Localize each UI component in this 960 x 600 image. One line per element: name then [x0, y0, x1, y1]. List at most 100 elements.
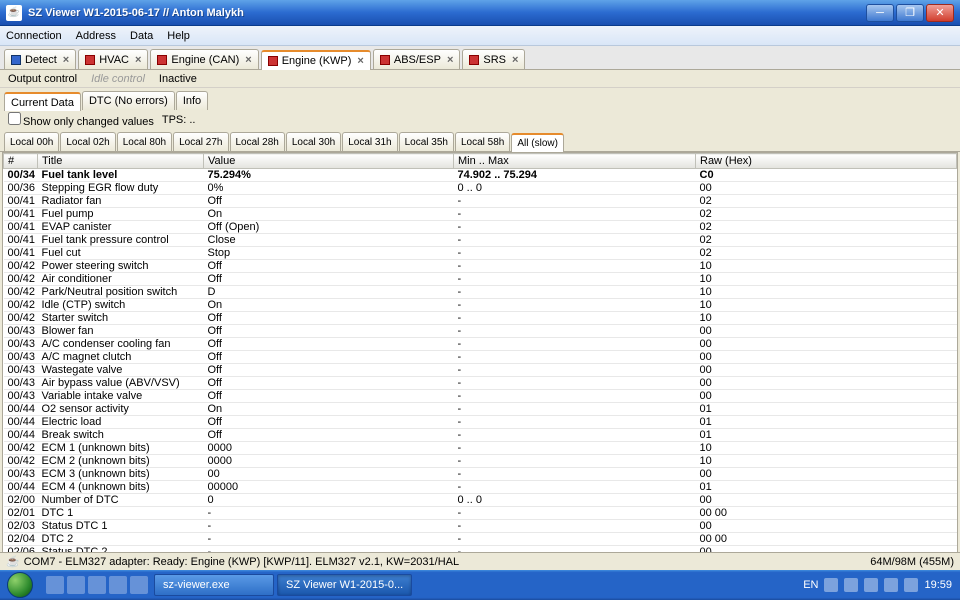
- tray-icon[interactable]: [844, 578, 858, 592]
- local-tab-local-02h[interactable]: Local 02h: [60, 132, 115, 151]
- table-row[interactable]: 00/43Wastegate valveOff-00: [4, 364, 957, 377]
- cell-id: 00/43: [4, 390, 38, 403]
- language-indicator[interactable]: EN: [803, 579, 818, 591]
- show-changed-checkbox-label[interactable]: Show only changed values: [8, 112, 154, 128]
- table-row[interactable]: 02/03Status DTC 1--00: [4, 520, 957, 533]
- main-tab-detect[interactable]: Detect×: [4, 49, 76, 69]
- table-row[interactable]: 00/43Variable intake valveOff-00: [4, 390, 957, 403]
- table-row[interactable]: 00/41Fuel pumpOn-02: [4, 208, 957, 221]
- local-tab-local-28h[interactable]: Local 28h: [230, 132, 285, 151]
- data-table-container[interactable]: # Title Value Min .. Max Raw (Hex) 00/34…: [2, 152, 958, 572]
- table-row[interactable]: 00/34Fuel tank level75.294%74.902 .. 75.…: [4, 169, 957, 182]
- tray-icon[interactable]: [884, 578, 898, 592]
- local-tab-local-80h[interactable]: Local 80h: [117, 132, 172, 151]
- table-row[interactable]: 02/04DTC 2--00 00: [4, 533, 957, 546]
- table-row[interactable]: 00/44O2 sensor activityOn-01: [4, 403, 957, 416]
- table-row[interactable]: 00/42Idle (CTP) switchOn-10: [4, 299, 957, 312]
- main-tab-engine-can-[interactable]: Engine (CAN)×: [150, 49, 258, 69]
- cell-raw: 00: [696, 182, 957, 195]
- memory-usage: 64M/98M (455M): [870, 556, 954, 568]
- ql-icon[interactable]: [67, 576, 85, 594]
- cell-title: Number of DTC: [38, 494, 204, 507]
- table-row[interactable]: 00/41EVAP canisterOff (Open)-02: [4, 221, 957, 234]
- sub-tab-info[interactable]: Info: [176, 91, 208, 110]
- cell-title: Idle (CTP) switch: [38, 299, 204, 312]
- table-row[interactable]: 00/43ECM 3 (unknown bits)00-00: [4, 468, 957, 481]
- minimize-button[interactable]: ─: [866, 4, 894, 22]
- taskbar-app-szviewer-window[interactable]: SZ Viewer W1-2015-0...: [277, 574, 412, 596]
- table-row[interactable]: 02/00Number of DTC00 .. 000: [4, 494, 957, 507]
- ql-icon[interactable]: [88, 576, 106, 594]
- tray-icon[interactable]: [904, 578, 918, 592]
- cell-title: Starter switch: [38, 312, 204, 325]
- col-header-minmax[interactable]: Min .. Max: [454, 154, 696, 169]
- menu-help[interactable]: Help: [167, 30, 190, 42]
- local-tab-local-58h[interactable]: Local 58h: [455, 132, 510, 151]
- table-row[interactable]: 00/43A/C magnet clutchOff-00: [4, 351, 957, 364]
- col-header-id[interactable]: #: [4, 154, 38, 169]
- local-tab-local-30h[interactable]: Local 30h: [286, 132, 341, 151]
- maximize-button[interactable]: ❐: [896, 4, 924, 22]
- tray-icon[interactable]: [824, 578, 838, 592]
- table-row[interactable]: 02/01DTC 1--00 00: [4, 507, 957, 520]
- cell-raw: 00: [696, 520, 957, 533]
- cell-minmax: -: [454, 403, 696, 416]
- sub-tab-current-data[interactable]: Current Data: [4, 92, 81, 111]
- clock[interactable]: 19:59: [924, 579, 952, 591]
- main-tab-abs-esp[interactable]: ABS/ESP×: [373, 49, 461, 69]
- tab-close-icon[interactable]: ×: [447, 54, 453, 66]
- tab-close-icon[interactable]: ×: [63, 54, 69, 66]
- main-tab-srs[interactable]: SRS×: [462, 49, 525, 69]
- table-row[interactable]: 00/41Fuel cutStop-02: [4, 247, 957, 260]
- ql-icon[interactable]: [46, 576, 64, 594]
- close-button[interactable]: ✕: [926, 4, 954, 22]
- tab-close-icon[interactable]: ×: [357, 55, 363, 67]
- table-row[interactable]: 00/42Air conditionerOff-10: [4, 273, 957, 286]
- table-row[interactable]: 00/36Stepping EGR flow duty0%0 .. 000: [4, 182, 957, 195]
- ql-icon[interactable]: [130, 576, 148, 594]
- table-row[interactable]: 00/42Power steering switchOff-10: [4, 260, 957, 273]
- table-row[interactable]: 00/44Break switchOff-01: [4, 429, 957, 442]
- cell-minmax: -: [454, 442, 696, 455]
- cell-id: 00/41: [4, 208, 38, 221]
- ql-icon[interactable]: [109, 576, 127, 594]
- menu-address[interactable]: Address: [76, 30, 116, 42]
- local-tab-all-slow[interactable]: All (slow): [511, 133, 564, 152]
- show-changed-checkbox[interactable]: [8, 112, 21, 125]
- table-row[interactable]: 00/42Starter switchOff-10: [4, 312, 957, 325]
- col-header-title[interactable]: Title: [38, 154, 204, 169]
- start-button[interactable]: [0, 570, 40, 600]
- table-row[interactable]: 00/43Blower fanOff-00: [4, 325, 957, 338]
- table-row[interactable]: 00/43A/C condenser cooling fanOff-00: [4, 338, 957, 351]
- local-tab-local-27h[interactable]: Local 27h: [173, 132, 228, 151]
- table-row[interactable]: 00/42ECM 2 (unknown bits)0000-10: [4, 455, 957, 468]
- taskbar-app-szviewer-exe[interactable]: sz-viewer.exe: [154, 574, 274, 596]
- col-header-raw[interactable]: Raw (Hex): [696, 154, 957, 169]
- main-tab-engine-kwp-[interactable]: Engine (KWP)×: [261, 50, 371, 70]
- table-row[interactable]: 00/44ECM 4 (unknown bits)00000-01: [4, 481, 957, 494]
- tab-close-icon[interactable]: ×: [245, 54, 251, 66]
- table-row[interactable]: 00/42Park/Neutral position switchD-10: [4, 286, 957, 299]
- menu-data[interactable]: Data: [130, 30, 153, 42]
- table-row[interactable]: 00/41Fuel tank pressure controlClose-02: [4, 234, 957, 247]
- local-tab-local-00h[interactable]: Local 00h: [4, 132, 59, 151]
- tab-close-icon[interactable]: ×: [135, 54, 141, 66]
- cell-title: Variable intake valve: [38, 390, 204, 403]
- table-row[interactable]: 00/44Electric loadOff-01: [4, 416, 957, 429]
- windows-orb-icon: [7, 572, 33, 598]
- cell-value: -: [204, 520, 454, 533]
- tab-close-icon[interactable]: ×: [512, 54, 518, 66]
- menu-connection[interactable]: Connection: [6, 30, 62, 42]
- local-tab-local-31h[interactable]: Local 31h: [342, 132, 397, 151]
- cell-id: 02/00: [4, 494, 38, 507]
- local-tab-local-35h[interactable]: Local 35h: [399, 132, 454, 151]
- cell-title: Fuel pump: [38, 208, 204, 221]
- main-tab-hvac[interactable]: HVAC×: [78, 49, 148, 69]
- cell-value: 0000: [204, 442, 454, 455]
- table-row[interactable]: 00/41Radiator fanOff-02: [4, 195, 957, 208]
- sub-tab-dtc-no-errors-[interactable]: DTC (No errors): [82, 91, 175, 110]
- table-row[interactable]: 00/43Air bypass value (ABV/VSV)Off-00: [4, 377, 957, 390]
- table-row[interactable]: 00/42ECM 1 (unknown bits)0000-10: [4, 442, 957, 455]
- col-header-value[interactable]: Value: [204, 154, 454, 169]
- tray-icon[interactable]: [864, 578, 878, 592]
